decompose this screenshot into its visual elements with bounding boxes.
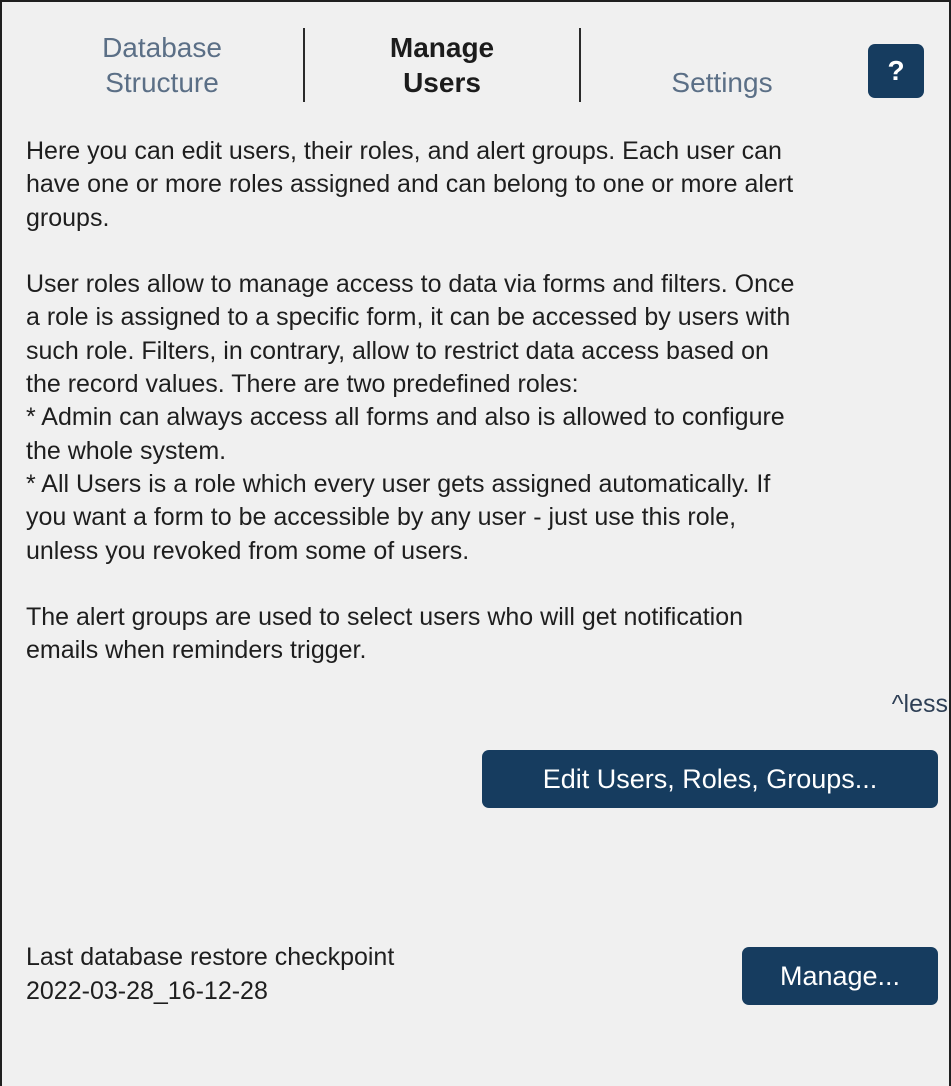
tab-bar: Database Structure Manage Users Settings… xyxy=(2,2,949,122)
description-line: the record values. There are two predefi… xyxy=(26,370,579,399)
description-line: a role is assigned to a specific form, i… xyxy=(26,303,791,332)
description-line: unless you revoked from some of users. xyxy=(26,536,470,565)
description-text: Here you can edit users, their roles, an… xyxy=(26,135,926,668)
manage-checkpoint-button[interactable]: Manage... xyxy=(742,947,938,1005)
restore-checkpoint-info: Last database restore checkpoint 2022-03… xyxy=(26,940,394,1008)
description-paragraph-3: The alert groups are used to select user… xyxy=(26,601,926,668)
tab-settings-label: Settings xyxy=(671,67,773,98)
description-line: Here you can edit users, their roles, an… xyxy=(26,137,782,165)
description-line: The alert groups are used to select user… xyxy=(26,603,744,632)
tab-manage-users-line1: Manage xyxy=(389,32,495,63)
tab-divider xyxy=(579,28,581,102)
description-line: the whole system. xyxy=(26,436,227,465)
edit-users-roles-groups-button[interactable]: Edit Users, Roles, Groups... xyxy=(482,750,938,808)
description-paragraph-2: User roles allow to manage access to dat… xyxy=(26,268,926,568)
checkpoint-value: 2022-03-28_16-12-28 xyxy=(26,977,268,1005)
description-line: groups. xyxy=(26,203,110,232)
tab-divider xyxy=(303,28,305,102)
description-line: you want a form to be accessible by any … xyxy=(26,503,737,532)
help-button[interactable]: ? xyxy=(868,44,924,98)
manage-users-panel: Database Structure Manage Users Settings… xyxy=(0,0,951,1086)
tab-manage-users[interactable]: Manage Users xyxy=(347,30,537,100)
tab-database-structure-line1: Database xyxy=(102,32,222,63)
description-line: such role. Filters, in contrary, allow t… xyxy=(26,336,769,365)
checkpoint-label: Last database restore checkpoint xyxy=(26,943,395,971)
description-line: have one or more roles assigned and can … xyxy=(26,170,794,199)
description-line: emails when reminders trigger. xyxy=(26,636,367,665)
less-link[interactable]: ^less xyxy=(892,690,948,719)
tab-manage-users-line2: Users xyxy=(403,67,481,98)
tab-database-structure[interactable]: Database Structure xyxy=(72,30,252,100)
description-line: User roles allow to manage access to dat… xyxy=(26,270,795,299)
tab-database-structure-line2: Structure xyxy=(105,67,219,98)
description-line: * All Users is a role which every user g… xyxy=(26,469,771,498)
tab-settings[interactable]: Settings xyxy=(632,65,812,100)
description-line: * Admin can always access all forms and … xyxy=(26,403,785,432)
description-paragraph-1: Here you can edit users, their roles, an… xyxy=(26,135,926,235)
